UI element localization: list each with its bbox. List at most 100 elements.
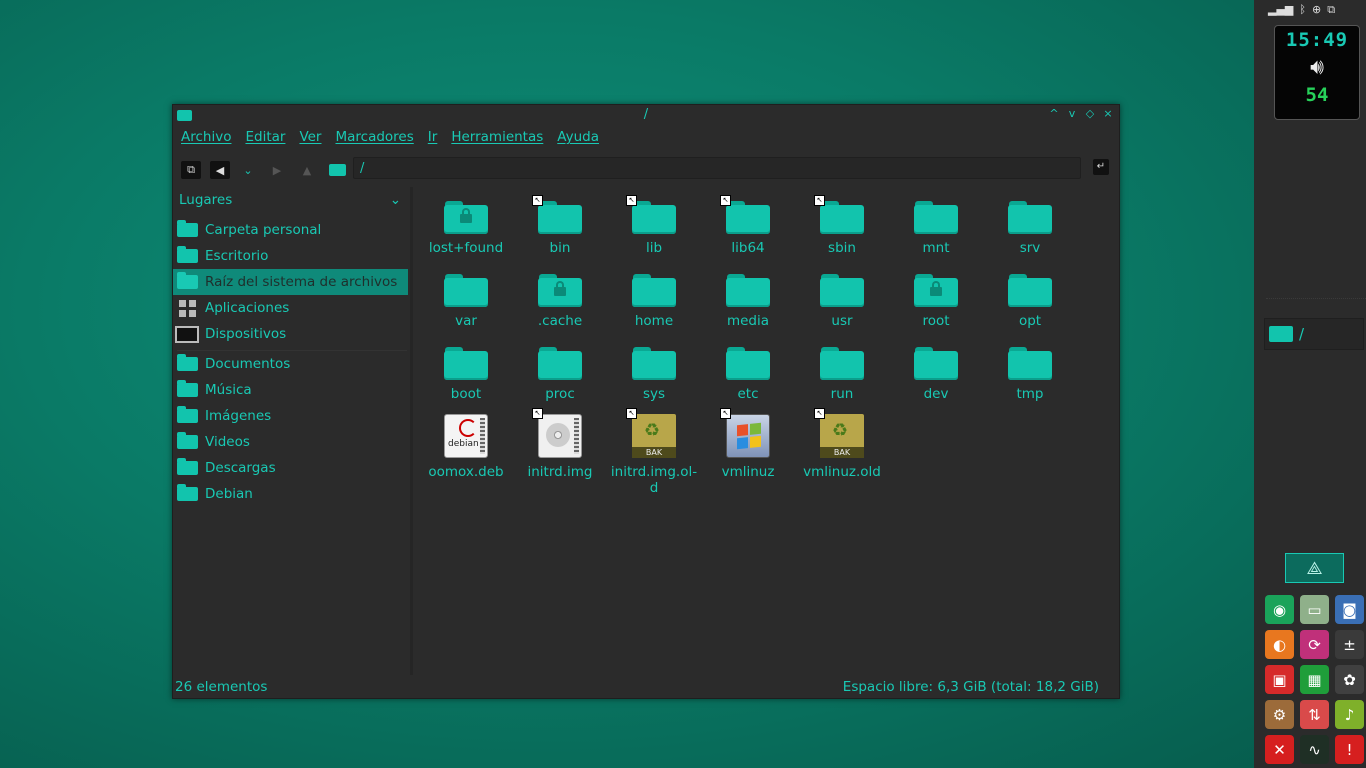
folder-icon bbox=[632, 347, 676, 380]
new-tab-button[interactable]: ⧉ bbox=[181, 161, 201, 179]
sidebar-item-aplicaciones[interactable]: Aplicaciones bbox=[173, 295, 408, 321]
sidebar-item-documentos[interactable]: Documentos bbox=[173, 351, 408, 377]
symlink-icon: ↖ bbox=[720, 195, 731, 206]
archive-manager-icon[interactable]: ▣ bbox=[1265, 665, 1294, 694]
forward-button[interactable]: ▶ bbox=[267, 161, 287, 179]
places-header[interactable]: Lugares ⌄ bbox=[179, 192, 401, 208]
roll-up-button[interactable]: ^ bbox=[1049, 107, 1059, 120]
menu-herramientas[interactable]: Herramientas bbox=[451, 129, 543, 149]
volume-icon[interactable]: 🔊︎ bbox=[1275, 55, 1359, 80]
file-item[interactable]: ↖ ♻ BAK initrd.img.ol-d bbox=[607, 408, 701, 496]
sidebar-item-imagenes[interactable]: Imágenes bbox=[173, 403, 408, 429]
file-item[interactable]: opt bbox=[983, 274, 1077, 329]
sidebar-item-musica[interactable]: Música bbox=[173, 377, 408, 403]
alert-icon[interactable]: ! bbox=[1335, 735, 1364, 764]
app-menu-button[interactable]: ⟁ bbox=[1285, 553, 1344, 583]
taskbar-window-button[interactable]: / bbox=[1264, 318, 1364, 350]
file-item[interactable]: ↖ lib64 bbox=[701, 195, 795, 256]
minimize-button[interactable]: v bbox=[1067, 107, 1077, 120]
title-bar[interactable]: / ^ v ◇ × bbox=[173, 105, 1119, 125]
file-item[interactable]: lost+found bbox=[419, 201, 513, 256]
file-item[interactable]: dev bbox=[889, 347, 983, 402]
color-picker-icon[interactable]: ✿ bbox=[1335, 665, 1364, 694]
sidebar-item-videos[interactable]: Videos bbox=[173, 429, 408, 455]
file-item[interactable]: sys bbox=[607, 347, 701, 402]
updates-icon[interactable]: ⇅ bbox=[1300, 700, 1329, 729]
file-manager-icon[interactable]: ▭ bbox=[1300, 595, 1329, 624]
chrome-icon[interactable]: ◉ bbox=[1265, 595, 1294, 624]
file-item[interactable]: ↖ ♻ BAK vmlinuz.old bbox=[795, 408, 889, 480]
file-item[interactable]: ↖ initrd.img bbox=[513, 408, 607, 480]
firefox-icon[interactable]: ◐ bbox=[1265, 630, 1294, 659]
sidebar-item-raiz[interactable]: Raíz del sistema de archivos bbox=[173, 269, 408, 295]
up-button[interactable]: ▲ bbox=[297, 161, 317, 179]
bluetooth-icon[interactable]: ᛒ bbox=[1299, 3, 1306, 17]
file-item[interactable]: mnt bbox=[889, 201, 983, 256]
network-icon[interactable]: ⚙ bbox=[1265, 700, 1294, 729]
folder-icon bbox=[914, 347, 958, 380]
menu-ir[interactable]: Ir bbox=[428, 129, 438, 149]
file-item[interactable]: ↖ lib bbox=[607, 195, 701, 256]
file-item[interactable]: .cache bbox=[513, 274, 607, 329]
file-item[interactable]: proc bbox=[513, 347, 607, 402]
sidebar-item-label: Dispositivos bbox=[205, 326, 287, 342]
file-item[interactable]: root bbox=[889, 274, 983, 329]
music-player-icon[interactable]: ♪ bbox=[1335, 700, 1364, 729]
file-item[interactable]: run bbox=[795, 347, 889, 402]
calculator-icon[interactable]: ± bbox=[1335, 630, 1364, 659]
menu-ver[interactable]: Ver bbox=[299, 129, 321, 149]
file-name: mnt bbox=[922, 240, 950, 256]
sync-icon[interactable]: ⟳ bbox=[1300, 630, 1329, 659]
maximize-button[interactable]: ◇ bbox=[1085, 107, 1095, 120]
clipboard-icon[interactable]: ⧉ bbox=[1327, 3, 1335, 17]
file-item[interactable]: ↖ vmlinuz bbox=[701, 408, 795, 480]
folder-icon bbox=[177, 272, 198, 289]
usb-icon[interactable]: ⊕ bbox=[1312, 3, 1321, 17]
file-item[interactable]: ↖ sbin bbox=[795, 195, 889, 256]
menu-archivo[interactable]: Archivo bbox=[181, 129, 231, 149]
folder-icon bbox=[726, 347, 770, 380]
sidebar-item-label: Raíz del sistema de archivos bbox=[205, 274, 398, 290]
file-name: proc bbox=[545, 386, 575, 402]
symlink-icon: ↖ bbox=[626, 408, 637, 419]
file-item[interactable]: media bbox=[701, 274, 795, 329]
menu-marcadores[interactable]: Marcadores bbox=[335, 129, 413, 149]
file-item[interactable]: etc bbox=[701, 347, 795, 402]
menu-editar[interactable]: Editar bbox=[245, 129, 285, 149]
clock-widget[interactable]: 15:49 🔊︎ 54 bbox=[1274, 25, 1360, 120]
sidebar-item-escritorio[interactable]: Escritorio bbox=[173, 243, 408, 269]
file-item[interactable]: var bbox=[419, 274, 513, 329]
file-item[interactable]: boot bbox=[419, 347, 513, 402]
logout-icon[interactable]: ✕ bbox=[1265, 735, 1294, 764]
side-panel: ▂▄▆ ᛒ ⊕ ⧉ 15:49 🔊︎ 54 / ⟁ ◉ ▭ ◙ ◐ ⟳ ± ▣ ▦ ✿ ⚙ ⇅ ♪ ✕ ∿… bbox=[1254, 0, 1366, 768]
file-name: dev bbox=[923, 386, 949, 402]
sidebar-item-label: Documentos bbox=[205, 356, 291, 372]
sidebar-item-debian[interactable]: Debian bbox=[173, 481, 408, 507]
close-button[interactable]: × bbox=[1103, 107, 1113, 120]
file-item[interactable]: srv bbox=[983, 201, 1077, 256]
folder-icon bbox=[444, 274, 488, 307]
symlink-icon: ↖ bbox=[626, 195, 637, 206]
location-bar[interactable]: / bbox=[353, 157, 1081, 179]
sidebar-item-descargas[interactable]: Descargas bbox=[173, 455, 408, 481]
folder-icon bbox=[538, 347, 582, 380]
screenshot-icon[interactable]: ◙ bbox=[1335, 595, 1364, 624]
history-dropdown[interactable]: ⌄ bbox=[238, 161, 258, 179]
back-button[interactable]: ◀ bbox=[210, 161, 230, 179]
status-bar: 26 elementos Espacio libre: 6,3 GiB (tot… bbox=[173, 675, 1119, 697]
file-item[interactable]: ↖ bin bbox=[513, 195, 607, 256]
system-monitor-icon[interactable]: ∿ bbox=[1300, 735, 1329, 764]
file-item[interactable]: usr bbox=[795, 274, 889, 329]
sidebar-item-dispositivos[interactable]: Dispositivos bbox=[173, 321, 408, 347]
file-item[interactable]: tmp bbox=[983, 347, 1077, 402]
menu-ayuda[interactable]: Ayuda bbox=[557, 129, 599, 149]
sidebar-item-carpeta-personal[interactable]: Carpeta personal bbox=[173, 217, 408, 243]
file-item[interactable]: debian oomox.deb bbox=[419, 414, 513, 480]
spreadsheet-icon[interactable]: ▦ bbox=[1300, 665, 1329, 694]
home-button[interactable] bbox=[327, 161, 347, 179]
file-item[interactable]: home bbox=[607, 274, 701, 329]
go-button[interactable]: ↵ bbox=[1093, 159, 1109, 175]
folder-icon bbox=[1269, 326, 1293, 342]
signal-icon[interactable]: ▂▄▆ bbox=[1268, 3, 1293, 17]
file-name: oomox.deb bbox=[428, 464, 504, 480]
